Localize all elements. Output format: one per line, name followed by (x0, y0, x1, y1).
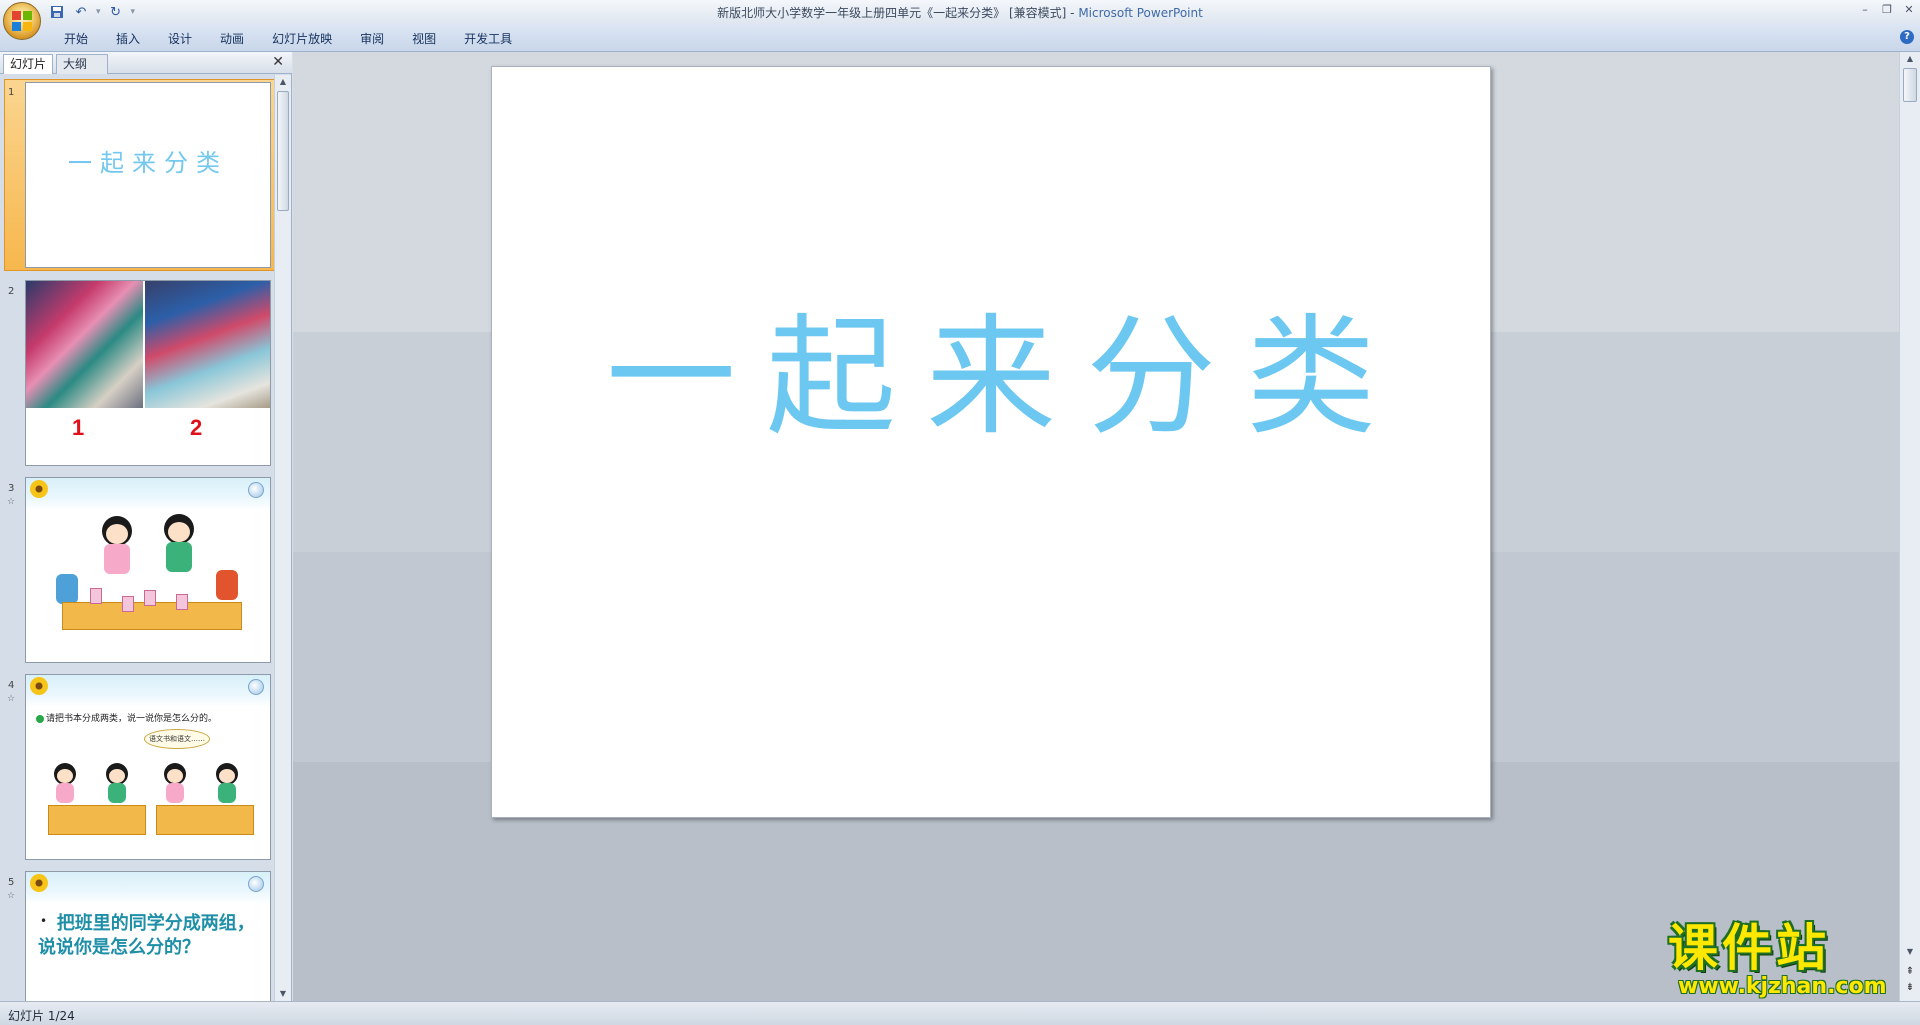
thumbnail-frame: 1 2 (25, 280, 271, 466)
restore-icon[interactable]: ❐ (1880, 2, 1894, 16)
editor-scrollbar[interactable]: ▲ ▼ ⇞ ⇟ (1899, 52, 1920, 1001)
scroll-up-icon[interactable]: ▲ (275, 75, 291, 89)
tab-outline[interactable]: 大纲 (56, 54, 108, 74)
thumbnail-frame: 一起来分类 (25, 82, 271, 268)
animation-star-icon: ☆ (7, 497, 16, 507)
tab-view[interactable]: 视图 (398, 30, 450, 48)
scrollbar-thumb[interactable] (277, 91, 289, 211)
document-title: 新版北师大小学数学一年级上册四单元《一起来分类》 [兼容模式] - (717, 6, 1079, 20)
bubble-icon (248, 482, 264, 498)
office-logo-icon (12, 11, 32, 31)
table-left (48, 805, 146, 835)
cloud-banner (26, 872, 270, 904)
cloud-banner (26, 675, 270, 707)
cloud-banner (26, 478, 270, 510)
scroll-down-icon[interactable]: ▼ (275, 987, 291, 1001)
minimize-icon[interactable]: – (1858, 2, 1872, 16)
slides-pane: 幻灯片 大纲 ✕ 1 一起来分类 2 1 2 3 ☆ 4 ☆ 请把书本分成两类，… (0, 52, 292, 1001)
thumbnail-frame: • 把班里的同学分成两组，说说你是怎么分的？ (25, 871, 271, 1001)
photo-pencil-cases (26, 281, 143, 408)
window-controls: – ❐ ✕ (1858, 2, 1916, 16)
slide-number: 4 (8, 680, 15, 691)
tab-slide-show[interactable]: 幻灯片放映 (258, 30, 346, 48)
photo-school-bags (145, 281, 270, 408)
tab-review[interactable]: 审阅 (346, 30, 398, 48)
tab-insert[interactable]: 插入 (102, 30, 154, 48)
instruction-label: 请把书本分成两类，说一说你是怎么分的。 (46, 714, 218, 724)
book (90, 588, 102, 604)
slide-indicator: 幻灯片 1/24 (8, 1009, 75, 1023)
book (122, 596, 134, 612)
current-slide[interactable]: 一起来分类 (491, 66, 1491, 818)
close-icon[interactable]: ✕ (1902, 2, 1916, 16)
body-text-label: 把班里的同学分成两组，说说你是怎么分的？ (38, 913, 255, 958)
ribbon-tab-bar: 开始 插入 设计 动画 幻灯片放映 审阅 视图 开发工具 ? (0, 24, 1920, 52)
book (144, 590, 156, 606)
speech-bubble: 语文书和语文…… (144, 729, 210, 749)
table-right (156, 805, 254, 835)
thumbnail-frame: 请把书本分成两类，说一说你是怎么分的。 语文书和语文…… (25, 674, 271, 860)
thumbnail-frame (25, 477, 271, 663)
photo-label-1: 1 (72, 415, 85, 440)
tab-animations[interactable]: 动画 (206, 30, 258, 48)
bubble-icon (248, 679, 264, 695)
animation-star-icon: ☆ (7, 694, 16, 704)
bubble-icon (248, 876, 264, 892)
help-icon[interactable]: ? (1900, 30, 1914, 44)
tab-design[interactable]: 设计 (154, 30, 206, 48)
instruction-text: 请把书本分成两类，说一说你是怎么分的。 (36, 711, 217, 724)
application-name: Microsoft PowerPoint (1078, 6, 1203, 20)
slide-number: 3 (8, 483, 15, 494)
school-bag-blue (56, 574, 78, 604)
slide-number: 2 (8, 286, 15, 297)
slide-title[interactable]: 一起来分类 (492, 307, 1490, 447)
window-title: 新版北师大小学数学一年级上册四单元《一起来分类》 [兼容模式] - Micros… (0, 4, 1920, 21)
office-button[interactable] (3, 2, 41, 40)
sunflower-icon (30, 480, 48, 498)
thumbnail-scrollbar[interactable]: ▲ ▼ (274, 75, 291, 1001)
title-bar: ↶ ▾ ↻ ▾ 新版北师大小学数学一年级上册四单元《一起来分类》 [兼容模式] … (0, 0, 1920, 40)
tab-developer[interactable]: 开发工具 (450, 30, 526, 48)
photo-label-2: 2 (190, 415, 203, 440)
ribbon-tabs: 开始 插入 设计 动画 幻灯片放映 审阅 视图 开发工具 (50, 30, 526, 48)
tab-slides[interactable]: 幻灯片 (3, 54, 53, 74)
slide-number: 5 (8, 877, 15, 888)
sunflower-icon (30, 677, 48, 695)
slide-editor: 一起来分类 (293, 52, 1899, 1001)
animation-star-icon: ☆ (7, 891, 16, 901)
thumbnail-body-text: 把班里的同学分成两组，说说你是怎么分的？ (38, 912, 266, 960)
status-bar: 幻灯片 1/24 (0, 1001, 1920, 1025)
slide-number: 1 (8, 87, 15, 98)
pane-tab-bar: 幻灯片 大纲 ✕ (0, 52, 292, 74)
table (62, 602, 242, 630)
site-watermark: 课件站 www.kjzhan.com (1668, 920, 1908, 1000)
tab-home[interactable]: 开始 (50, 30, 102, 48)
thumbnail-list: 1 一起来分类 2 1 2 3 ☆ 4 ☆ 请把书本分成两类，说一说你是怎么分的… (0, 75, 274, 1001)
school-bag-red (216, 570, 238, 600)
scroll-up-icon[interactable]: ▲ (1900, 52, 1920, 66)
scrollbar-thumb[interactable] (1903, 68, 1917, 102)
sunflower-icon (30, 874, 48, 892)
watermark-logo-text: 课件站 (1668, 919, 1830, 977)
thumbnail-title: 一起来分类 (68, 149, 228, 177)
bullet-dot-icon (36, 714, 44, 723)
book (176, 594, 188, 610)
close-pane-icon[interactable]: ✕ (272, 55, 284, 69)
watermark-url: www.kjzhan.com (1678, 974, 1887, 999)
